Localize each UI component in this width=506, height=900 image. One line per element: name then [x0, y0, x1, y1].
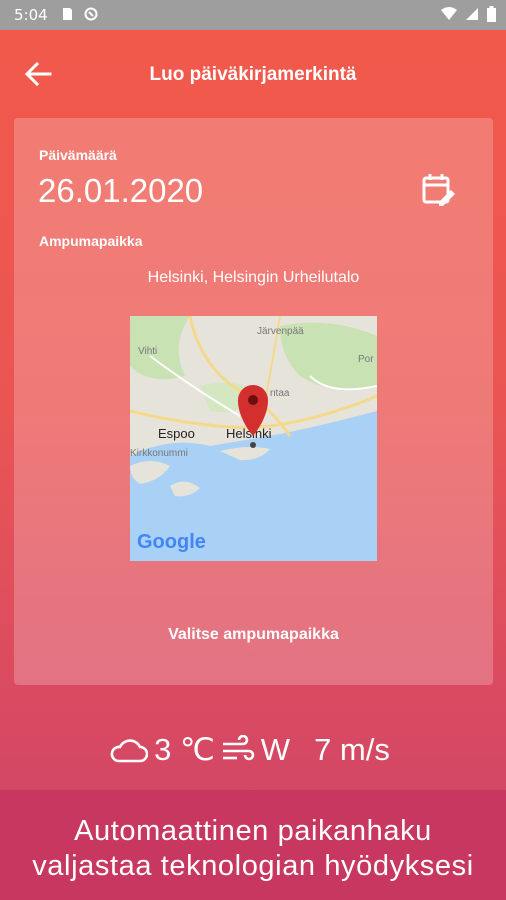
- status-time: 5:04: [14, 6, 48, 24]
- place-label: Ampumapaikka: [39, 233, 143, 249]
- status-bar: 5:04: [0, 0, 506, 30]
- location-map[interactable]: Järvenpää Vihti Por ntaa Kirkkonummi Esp…: [130, 316, 377, 561]
- map-label-jarvenpaa: Järvenpää: [257, 326, 304, 337]
- place-value: Helsinki, Helsingin Urheilutalo: [147, 269, 360, 286]
- page-title: Luo päiväkirjamerkintä: [149, 64, 357, 85]
- calendar-edit-icon[interactable]: [421, 172, 457, 208]
- sd-card-icon: [63, 8, 72, 20]
- map-graphic: Järvenpää Vihti Por ntaa Kirkkonummi Esp…: [130, 316, 377, 561]
- cell-signal-icon: [466, 8, 478, 20]
- date-value[interactable]: 26.01.2020: [38, 172, 203, 210]
- map-label-espoo: Espoo: [158, 426, 195, 441]
- google-logo: Google: [137, 531, 206, 553]
- app-bar: Luo päiväkirjamerkintä: [0, 30, 506, 114]
- temperature-value: 3 ℃: [154, 732, 215, 767]
- entry-form-card: Päivämäärä 26.01.2020 Ampumapaikka Helsi…: [14, 118, 493, 685]
- caption-banner: Automaattinen paikanhaku valjastaa tekno…: [0, 790, 506, 900]
- battery-icon: [487, 6, 496, 22]
- map-label-porvoo: Por: [358, 354, 374, 365]
- wind-speed: 7 m/s: [314, 732, 390, 767]
- map-label-vihti: Vihti: [138, 346, 157, 357]
- wind-direction: W: [260, 732, 291, 767]
- cloud-icon: [110, 739, 149, 763]
- caption-text: Automaattinen paikanhaku valjastaa tekno…: [0, 814, 506, 884]
- sync-icon: [84, 7, 98, 21]
- select-shooting-place-button[interactable]: Valitse ampumapaikka: [14, 626, 493, 644]
- date-label: Päivämäärä: [39, 147, 117, 163]
- wind-icon: [222, 735, 255, 761]
- map-label-vantaa: ntaa: [270, 388, 290, 399]
- caption-line-2: valjastaa teknologian hyödyksesi: [32, 850, 474, 882]
- caption-line-1: Automaattinen paikanhaku: [74, 815, 432, 847]
- airport-icon: [250, 442, 256, 448]
- map-label-kirkkonummi: Kirkkonummi: [130, 448, 188, 459]
- wifi-icon: [441, 7, 457, 20]
- weather-row: 3 ℃ W 7 m/s: [0, 728, 506, 772]
